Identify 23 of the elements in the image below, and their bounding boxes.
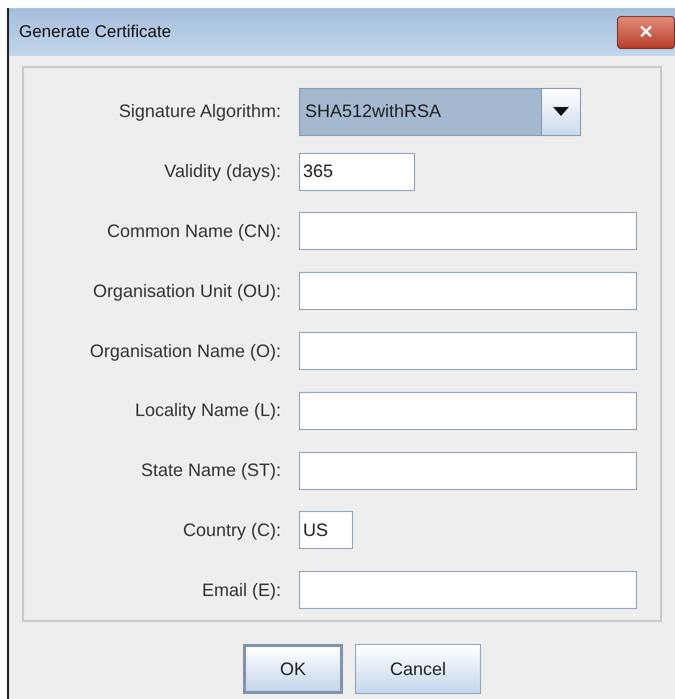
text-field[interactable]: [299, 571, 637, 610]
text-field[interactable]: [299, 392, 637, 430]
field-label: Locality Name (L):: [134, 399, 282, 422]
text-field[interactable]: [299, 272, 637, 310]
text-field[interactable]: 365: [299, 152, 415, 191]
field-label: State Name (ST):: [140, 459, 282, 482]
caret-icon: [553, 107, 569, 116]
close-button[interactable]: ✕: [617, 16, 675, 48]
field-label: Email (E):: [200, 578, 282, 602]
field-label: Validity (days):: [163, 160, 282, 184]
field-label: Signature Algorithm:: [118, 100, 282, 124]
algorithm-dropdown[interactable]: SHA512withRSA: [299, 88, 581, 136]
field-label: Common Name (CN):: [106, 220, 282, 243]
text-field[interactable]: US: [299, 511, 353, 550]
text-field[interactable]: [299, 332, 637, 370]
dialog-button[interactable]: Cancel: [354, 644, 482, 694]
window-title: Generate Certificate: [19, 21, 172, 44]
text-field[interactable]: [299, 452, 637, 490]
dialog-button[interactable]: OK: [242, 644, 343, 694]
field-label: Organisation Unit (OU):: [92, 280, 282, 303]
text-field[interactable]: [299, 212, 637, 250]
field-label: Country (C):: [182, 518, 282, 542]
field-label: Organisation Name (O):: [88, 340, 282, 363]
